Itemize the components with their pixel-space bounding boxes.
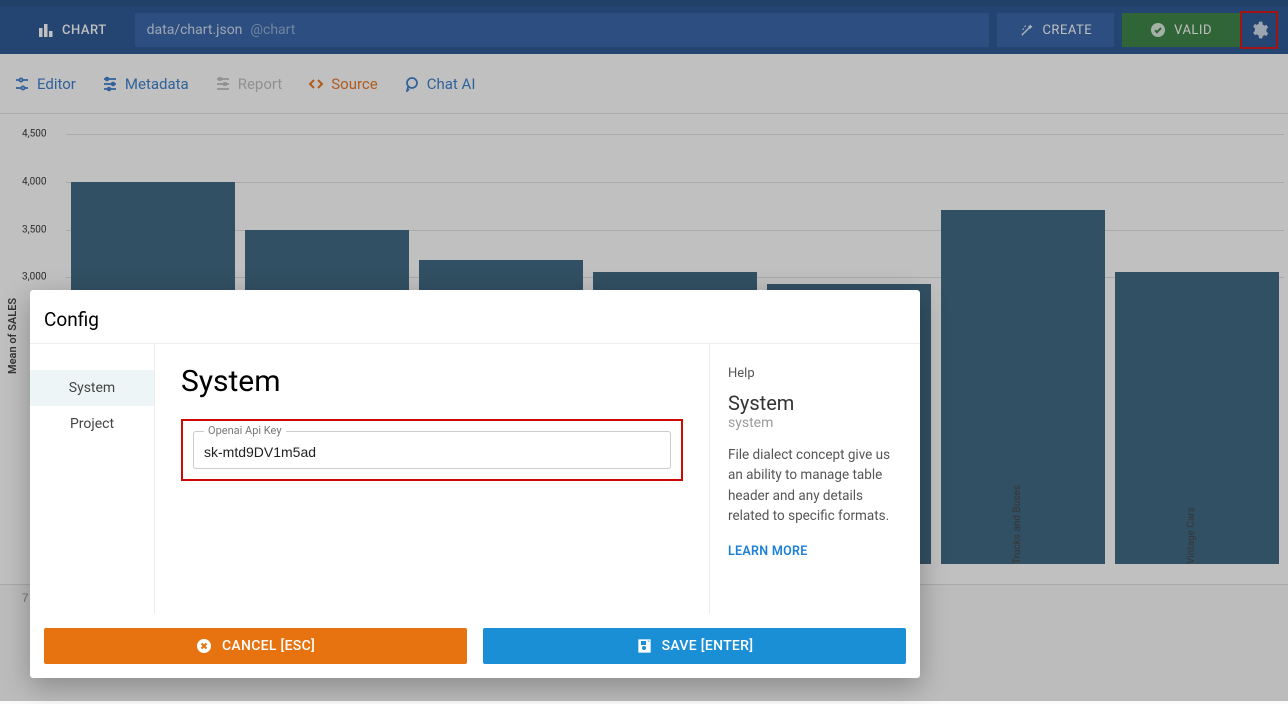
api-key-field: Openai Api Key [193, 431, 671, 469]
side-tab-system[interactable]: System [30, 370, 154, 406]
form-heading: System [181, 364, 683, 399]
modal-form: System Openai Api Key [155, 344, 710, 614]
save-icon [636, 638, 652, 654]
learn-more-link[interactable]: LEARN MORE [728, 544, 808, 559]
help-sub: system [728, 415, 902, 431]
api-key-input[interactable] [194, 432, 670, 468]
save-button[interactable]: SAVE [ENTER] [483, 628, 906, 664]
help-panel: Help System system File dialect concept … [710, 344, 920, 614]
cancel-button[interactable]: CANCEL [ESC] [44, 628, 467, 664]
cancel-label: CANCEL [ESC] [222, 638, 315, 654]
modal-title: Config [30, 290, 920, 344]
config-modal: Config System Project System Openai Api … [30, 290, 920, 678]
modal-side-tabs: System Project [30, 344, 155, 614]
help-body: File dialect concept give us an ability … [728, 445, 902, 526]
side-tab-project[interactable]: Project [30, 406, 154, 442]
save-label: SAVE [ENTER] [662, 638, 754, 654]
help-label: Help [728, 366, 902, 381]
api-key-highlight-frame: Openai Api Key [181, 419, 683, 481]
close-circle-icon [196, 638, 212, 654]
api-key-label: Openai Api Key [204, 424, 286, 437]
help-heading: System [728, 391, 902, 415]
